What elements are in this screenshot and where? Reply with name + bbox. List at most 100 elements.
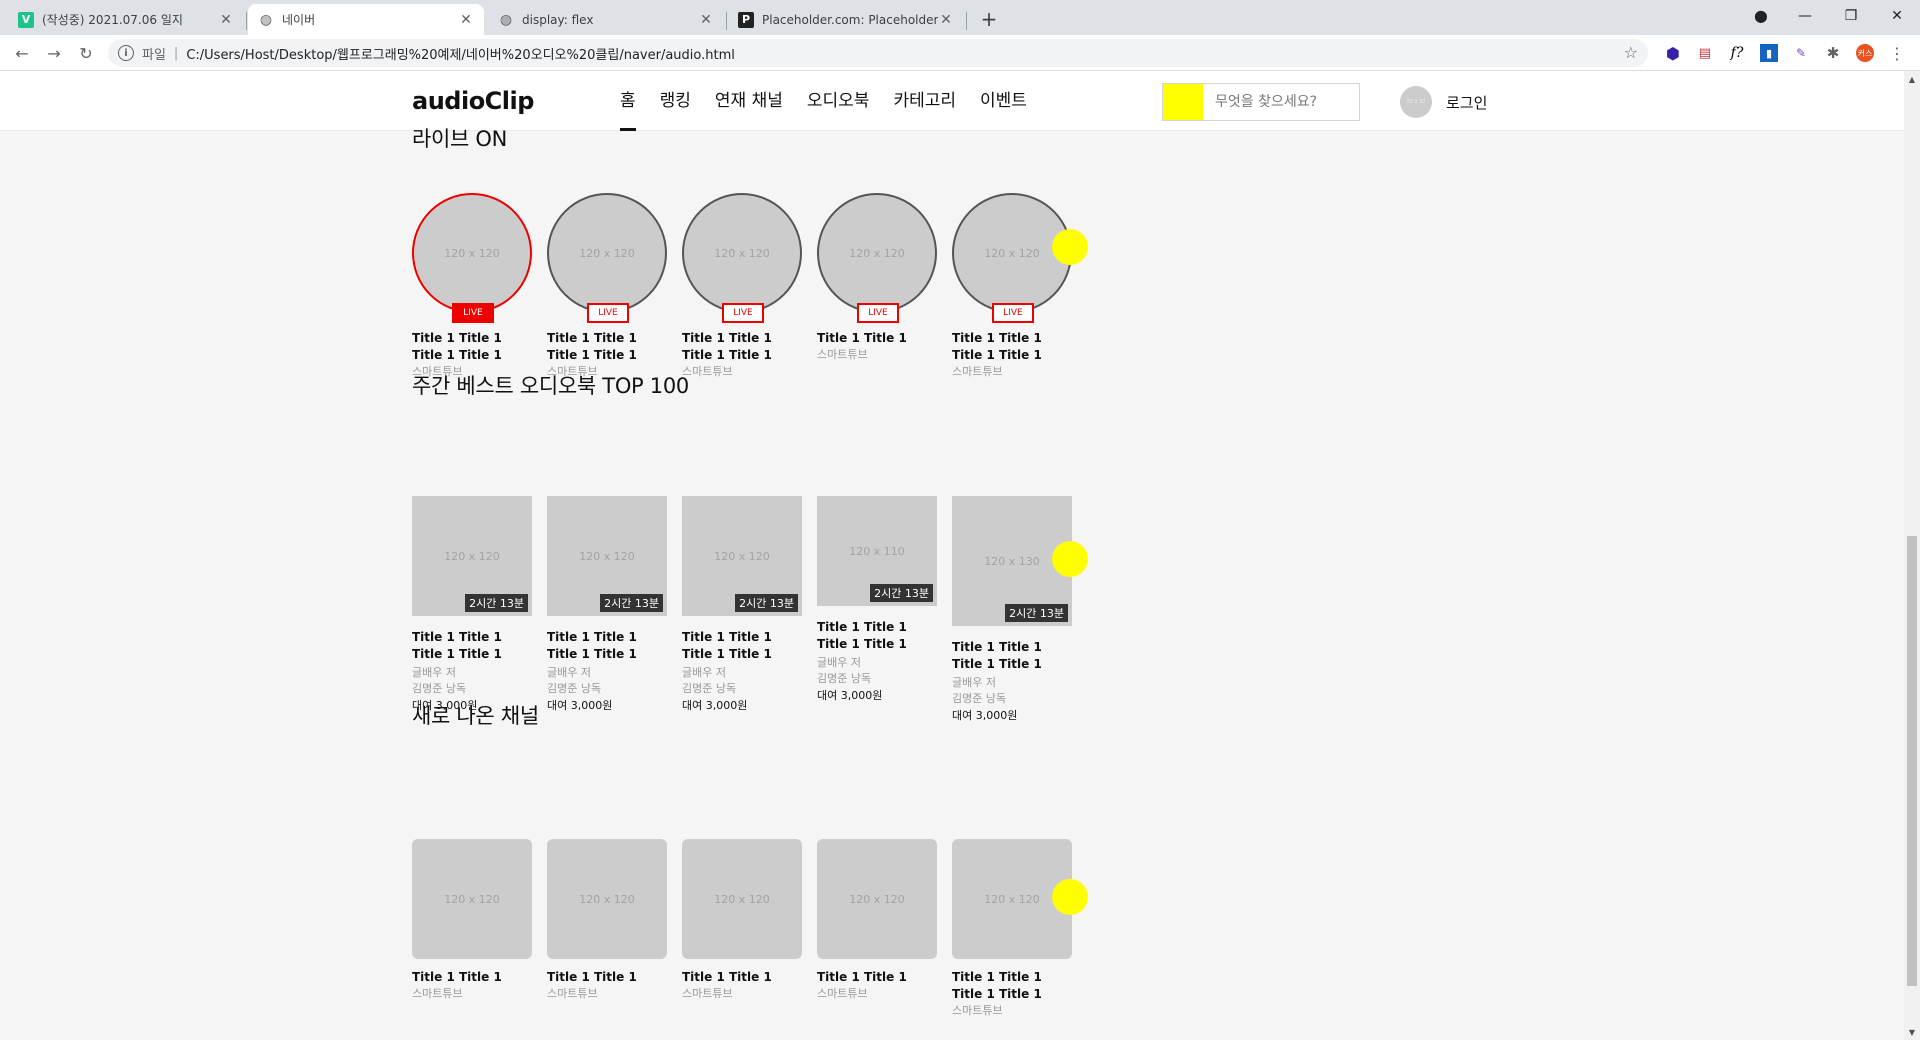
browser-toolbar: ← → ↻ i 파일 | C:/Users/Host/Desktop/웹프로그래…: [0, 35, 1920, 71]
duration-badge: 2시간 13분: [870, 584, 933, 602]
card-title[interactable]: Title 1 Title 1: [547, 969, 667, 986]
live-card[interactable]: 120 x 120 LIVE Title 1 Title 1 스마트튜브: [817, 193, 937, 380]
scrollbar-thumb[interactable]: [1907, 536, 1917, 986]
channel-thumbnail[interactable]: 120 x 120: [547, 839, 667, 959]
channel-card[interactable]: 120 x 120 Title 1 Title 1 스마트튜브: [412, 839, 532, 1019]
live-thumbnail[interactable]: 120 x 120 LIVE: [547, 193, 667, 323]
browser-tab-placeholder[interactable]: P Placeholder.com: Placeholder.co ✕: [728, 4, 964, 35]
channel-thumbnail[interactable]: 120 x 120: [817, 839, 937, 959]
avatar: 32 x 32: [1400, 86, 1432, 118]
browser-menu-icon[interactable]: ⋮: [1888, 44, 1906, 63]
window-close-icon[interactable]: ✕: [1874, 0, 1920, 32]
nav-series-channel[interactable]: 연재 채널: [715, 71, 783, 131]
page-scrollbar[interactable]: ▲ ▼: [1904, 71, 1920, 1040]
reload-icon[interactable]: ↻: [72, 39, 100, 67]
card-title[interactable]: Title 1 Title 1 Title 1 Title 1: [952, 969, 1072, 1003]
scroll-down-arrow-icon[interactable]: ▼: [1904, 1024, 1920, 1040]
card-reader: 김명준 낭독: [682, 682, 737, 695]
browser-tab-diary[interactable]: V (작성중) 2021.07.06 일지 ✕: [8, 4, 244, 35]
extension-eyedropper-icon[interactable]: ✎: [1792, 44, 1810, 62]
extension-hex-icon[interactable]: ⬢: [1664, 44, 1682, 63]
audiobook-cover[interactable]: 120 x 120 2시간 13분: [682, 496, 802, 616]
new-tab-plus-icon[interactable]: +: [976, 6, 1002, 32]
live-card[interactable]: 120 x 120 LIVE Title 1 Title 1 Title 1 T…: [682, 193, 802, 380]
nav-audiobook[interactable]: 오디오북: [807, 71, 870, 131]
channels-next-arrow-button[interactable]: [1052, 879, 1088, 915]
close-tab-icon[interactable]: ✕: [458, 12, 474, 28]
channel-card[interactable]: 120 x 120 Title 1 Title 1 스마트튜브: [682, 839, 802, 1019]
card-channel: 스마트튜브: [412, 987, 463, 1000]
live-card[interactable]: 120 x 120 LIVE Title 1 Title 1 Title 1 T…: [952, 193, 1072, 380]
profile-avatar[interactable]: 커스: [1856, 44, 1874, 62]
close-tab-icon[interactable]: ✕: [218, 12, 234, 28]
back-arrow-icon[interactable]: ←: [8, 39, 36, 67]
card-title[interactable]: Title 1 Title 1 Title 1 Title 1: [682, 330, 802, 364]
audiobook-card[interactable]: 120 x 120 2시간 13분 Title 1 Title 1 Title …: [412, 496, 532, 725]
audiobook-cover[interactable]: 120 x 120 2시간 13분: [547, 496, 667, 616]
audiobook-card[interactable]: 120 x 120 2시간 13분 Title 1 Title 1 Title …: [547, 496, 667, 725]
card-title[interactable]: Title 1 Title 1 Title 1 Title 1: [547, 330, 667, 364]
audiobook-card[interactable]: 120 x 130 2시간 13분 Title 1 Title 1 Title …: [952, 496, 1072, 725]
login-link[interactable]: 로그인: [1446, 92, 1487, 113]
audiobook-cover[interactable]: 120 x 120 2시간 13분: [412, 496, 532, 616]
live-card[interactable]: 120 x 120 LIVE Title 1 Title 1 Title 1 T…: [412, 193, 532, 380]
nav-home[interactable]: 홈: [620, 71, 636, 131]
audiobook-card[interactable]: 120 x 110 2시간 13분 Title 1 Title 1 Title …: [817, 496, 937, 725]
browser-tab-flex[interactable]: ◍ display: flex ✕: [488, 4, 724, 35]
bookmark-star-icon[interactable]: ☆: [1624, 43, 1638, 62]
live-badge: LIVE: [857, 303, 899, 323]
audiobook-cover[interactable]: 120 x 110 2시간 13분: [817, 496, 937, 606]
live-thumbnail[interactable]: 120 x 120 LIVE: [412, 193, 532, 323]
card-title[interactable]: Title 1 Title 1 Title 1 Title 1: [412, 629, 532, 663]
channel-card[interactable]: 120 x 120 Title 1 Title 1 Title 1 Title …: [952, 839, 1072, 1019]
live-card[interactable]: 120 x 120 LIVE Title 1 Title 1 Title 1 T…: [547, 193, 667, 380]
best-next-arrow-button[interactable]: [1052, 541, 1088, 577]
globe-icon: ◍: [259, 11, 273, 28]
extension-book-icon[interactable]: ▮: [1760, 44, 1778, 62]
card-title[interactable]: Title 1 Title 1 Title 1 Title 1: [952, 639, 1072, 673]
audioclip-logo[interactable]: audioClip: [412, 87, 534, 115]
scroll-up-arrow-icon[interactable]: ▲: [1904, 71, 1920, 87]
forward-arrow-icon[interactable]: →: [40, 39, 68, 67]
login-area[interactable]: 32 x 32 로그인: [1400, 86, 1487, 118]
channel-thumbnail[interactable]: 120 x 120: [412, 839, 532, 959]
tab-search-icon[interactable]: ⬤: [1738, 0, 1784, 32]
card-title[interactable]: Title 1 Title 1 Title 1 Title 1: [817, 619, 937, 653]
minimize-icon[interactable]: —: [1782, 0, 1828, 32]
channel-card[interactable]: 120 x 120 Title 1 Title 1 스마트튜브: [817, 839, 937, 1019]
audiobook-card[interactable]: 120 x 120 2시간 13분 Title 1 Title 1 Title …: [682, 496, 802, 725]
restore-icon[interactable]: ❐: [1828, 0, 1874, 32]
card-title[interactable]: Title 1 Title 1 Title 1 Title 1: [952, 330, 1072, 364]
info-icon[interactable]: i: [118, 45, 134, 61]
live-next-arrow-button[interactable]: [1052, 229, 1088, 265]
card-title[interactable]: Title 1 Title 1 Title 1 Title 1: [682, 629, 802, 663]
card-title[interactable]: Title 1 Title 1: [682, 969, 802, 986]
channel-thumbnail[interactable]: 120 x 120: [682, 839, 802, 959]
address-bar[interactable]: i 파일 | C:/Users/Host/Desktop/웹프로그래밍%20예제…: [108, 39, 1648, 67]
card-title[interactable]: Title 1 Title 1: [817, 969, 937, 986]
live-badge: LIVE: [587, 303, 629, 323]
nav-event[interactable]: 이벤트: [980, 71, 1027, 131]
card-title[interactable]: Title 1 Title 1: [412, 969, 532, 986]
extensions-puzzle-icon[interactable]: ✱: [1824, 44, 1842, 62]
card-title[interactable]: Title 1 Title 1: [817, 330, 937, 347]
extension-formula-icon[interactable]: f?: [1728, 44, 1746, 62]
url-text[interactable]: C:/Users/Host/Desktop/웹프로그래밍%20예제/네이버%20…: [186, 44, 735, 63]
live-thumbnail[interactable]: 120 x 120 LIVE: [817, 193, 937, 323]
nav-ranking[interactable]: 랭킹: [660, 71, 691, 131]
browser-tab-naver[interactable]: ◍ 네이버 ✕: [248, 4, 484, 35]
card-title[interactable]: Title 1 Title 1 Title 1 Title 1: [547, 629, 667, 663]
search-icon[interactable]: [1163, 84, 1203, 120]
live-thumbnail[interactable]: 120 x 120 LIVE: [682, 193, 802, 323]
close-tab-icon[interactable]: ✕: [698, 12, 714, 28]
live-section-title: 라이브 ON: [412, 127, 508, 151]
live-list: 120 x 120 LIVE Title 1 Title 1 Title 1 T…: [412, 193, 1087, 380]
close-tab-icon[interactable]: ✕: [938, 12, 954, 28]
channel-card[interactable]: 120 x 120 Title 1 Title 1 스마트튜브: [547, 839, 667, 1019]
nav-category[interactable]: 카테고리: [893, 71, 956, 131]
vlog-favicon-icon: V: [18, 11, 34, 28]
search-input[interactable]: [1215, 94, 1355, 110]
extension-calendar-icon[interactable]: ▤: [1696, 44, 1714, 62]
card-title[interactable]: Title 1 Title 1 Title 1 Title 1: [412, 330, 532, 364]
card-channel: 스마트튜브: [547, 987, 598, 1000]
